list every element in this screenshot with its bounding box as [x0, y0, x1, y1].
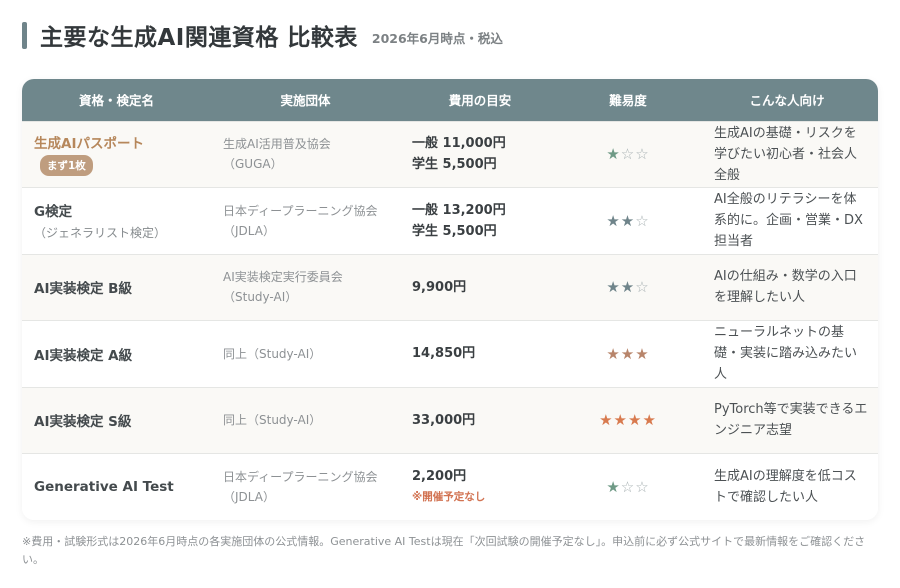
organization-line: （GUGA） [223, 157, 283, 172]
organization-cell: AI実装検定実行委員会 （Study-AI） [211, 254, 400, 321]
star-filled-icon: ★ [635, 344, 650, 363]
star-filled-icon: ★ [599, 411, 614, 430]
fee-cell: 一般 11,000円 学生 5,500円 [400, 121, 560, 188]
cert-name-cell: AI実装検定 A級 [22, 321, 211, 388]
star-filled-icon: ★ [606, 278, 621, 297]
target-audience-cell: PyTorch等で実装できるエンジニア志望 [714, 402, 868, 439]
target-audience-cell: AI全般のリテラシーを体系的に。企画・営業・DX担当者 [714, 192, 863, 250]
cert-name: AI実装検定 A級 [34, 347, 133, 364]
star-empty-icon: ☆ [620, 478, 636, 496]
fee-note: ※開催予定なし [412, 491, 486, 503]
difficulty-cell: ★★★ [560, 321, 696, 388]
star-empty-icon: ☆ [635, 145, 650, 164]
table-row: Generative AI Test 日本ディープラーニング協会 （JDLA） 2,2… [22, 453, 878, 521]
star-filled-icon: ★ [606, 211, 621, 230]
star-filled-icon: ★ [620, 278, 636, 297]
comparison-table: 資格・検定名 実施団体 費用の目安 難易度 こんな人向け 生成AIパスポートまず… [22, 79, 878, 520]
difficulty-cell: ★★★★ [560, 387, 696, 454]
star-empty-icon: ☆ [635, 278, 650, 297]
organization-cell: 日本ディープラーニング協会 （JDLA） [211, 188, 400, 255]
cert-name-sub: （ジェネラリスト検定） [34, 226, 167, 241]
organization-line: （Study-AI） [223, 290, 298, 305]
star-filled-icon: ★ [628, 411, 643, 430]
cert-name: AI実装検定 S級 [34, 414, 132, 431]
table-body: 生成AIパスポート まず1枚 生成AI活用普及協会 （GUGA） 一般 11,000円学… [22, 121, 878, 520]
column-header-target: こんな人向け [749, 93, 825, 109]
cert-name-cell: Generative AI Test [22, 454, 211, 521]
star-filled-icon: ★ [642, 411, 657, 430]
target-audience-cell: 生成AIの理解度を低コストで確認したい人 [714, 469, 857, 505]
footnote: ※費用・試験形式は2026年6月時点の各実施団体の公式情報。Generative… [22, 535, 866, 566]
star-filled-icon: ★ [606, 478, 621, 496]
star-empty-icon: ☆ [620, 145, 636, 164]
recommend-badge: まず1枚 [40, 155, 93, 177]
cert-name: G検定 [34, 204, 73, 221]
table-row: 生成AIパスポート まず1枚 生成AI活用普及協会 （GUGA） 一般 11,000円学… [22, 121, 878, 188]
fee-line: 学生 5,500円 [412, 157, 497, 173]
cert-name-cell: 生成AIパスポートまず1枚 [22, 121, 211, 188]
organization-cell: 日本ディープラーニング協会 （JDLA） [211, 454, 400, 521]
target-audience-cell: AIの仕組み・数学の入口を理解したい人 [714, 269, 857, 306]
fee-line: 2,200円 [412, 469, 467, 484]
title-row: 主要な生成AI関連資格 比較表 2026年6月時点・税込 [22, 20, 503, 51]
fee-line: 33,000円 [412, 412, 476, 428]
fee-line: 一般 11,000円 [412, 136, 506, 152]
star-filled-icon: ★ [620, 211, 636, 230]
target-audience-cell: ニューラルネットの基礎・実装に踏み込みたい人 [714, 325, 858, 383]
cert-name-cell: AI実装検定 B級 [22, 254, 211, 321]
difficulty-cell: ★★☆ [560, 188, 696, 255]
table-row: AI実装検定 B級 AI実装検定実行委員会 （Study-AI） 9,900円 ★★☆ A… [22, 254, 878, 321]
column-header-fee: 費用の目安 [448, 93, 512, 109]
column-header-difficulty: 難易度 [609, 93, 647, 109]
organization-line: 日本ディープラーニング協会 [223, 470, 378, 484]
organization-line: AI実装検定実行委員会 [223, 270, 343, 285]
organization-line: 日本ディープラーニング協会 [223, 203, 378, 218]
star-filled-icon: ★ [620, 344, 636, 363]
table-row: AI実装検定 A級 同上（Study-AI） 14,850円 ★★★ ニューラルネットの… [22, 320, 878, 388]
star-empty-icon: ☆ [635, 478, 650, 496]
column-header-name: 資格・検定名 [78, 93, 154, 109]
organization-line: （JDLA） [223, 490, 275, 504]
fee-line: 14,850円 [412, 346, 476, 362]
fee-line: 9,900円 [412, 279, 467, 295]
star-empty-icon: ☆ [635, 211, 650, 230]
organization-line: 同上（Study-AI） [223, 346, 322, 361]
organization-line: （JDLA） [223, 223, 275, 238]
difficulty-cell: ★☆☆ [560, 121, 696, 188]
cert-name: Generative AI Test [34, 479, 174, 495]
organization-cell: 同上（Study-AI） [211, 321, 400, 388]
fee-cell: 一般 13,200円 学生 5,500円 [400, 188, 560, 255]
organization-cell: 生成AI活用普及協会 （GUGA） [211, 121, 400, 188]
page-subtitle: 2026年6月時点・税込 [371, 30, 503, 46]
target-audience-cell: 生成AIの基礎・リスクを学びたい初心者・社会人全般 [714, 125, 858, 183]
table-header-row: 資格・検定名 実施団体 費用の目安 難易度 こんな人向け [22, 79, 878, 121]
fee-cell: 33,000円 [400, 387, 560, 454]
organization-cell: 同上（Study-AI） [211, 387, 400, 454]
column-header-org: 実施団体 [280, 93, 331, 109]
comparison-table-container: 資格・検定名 実施団体 費用の目安 難易度 こんな人向け 生成AIパスポートまず… [22, 79, 878, 520]
fee-line: 学生 5,500円 [412, 223, 497, 239]
cert-name: 生成AIパスポート [34, 136, 144, 153]
fee-line: 一般 13,200円 [412, 202, 506, 218]
fee-cell: 9,900円 [400, 254, 560, 321]
table-row: G検定 （ジェネラリスト検定） 日本ディープラーニング協会 （JDLA） 一般 13,2… [22, 187, 878, 255]
star-filled-icon: ★ [613, 411, 628, 430]
title-accent-bar [22, 21, 27, 49]
fee-cell: 2,200円 ※開催予定なし [400, 454, 560, 521]
cert-name: AI実装検定 B級 [34, 281, 132, 298]
star-filled-icon: ★ [606, 145, 621, 164]
difficulty-cell: ★★☆ [560, 254, 696, 321]
cert-name-cell: AI実装検定 S級 [22, 387, 211, 454]
page-title: 主要な生成AI関連資格 比較表 [40, 25, 358, 51]
star-filled-icon: ★ [606, 344, 621, 363]
organization-line: 生成AI活用普及協会 [223, 137, 331, 152]
fee-cell: 14,850円 [400, 321, 560, 388]
table-row: AI実装検定 S級 同上（Study-AI） 33,000円 ★★★★ PyTorch等… [22, 387, 878, 454]
cert-name-cell: G検定 （ジェネラリスト検定） [22, 188, 211, 255]
organization-line: 同上（Study-AI） [223, 413, 322, 428]
difficulty-cell: ★☆☆ [560, 454, 696, 521]
